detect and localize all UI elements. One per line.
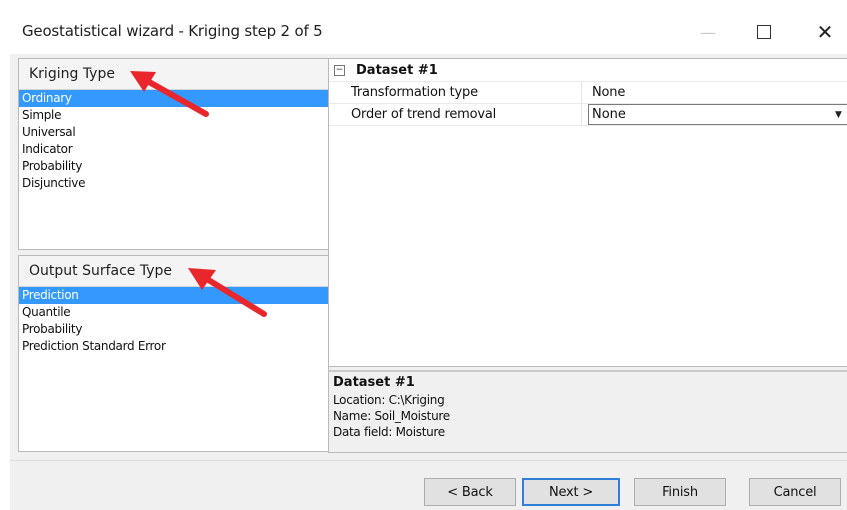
minimize-icon: — (700, 22, 716, 42)
property-grid: − Dataset #1 Transformation type None Or… (328, 58, 847, 367)
trend-removal-value: None (592, 107, 626, 122)
minimize-button[interactable]: — (686, 14, 730, 50)
footer-divider (10, 460, 847, 461)
chevron-down-icon[interactable]: ▼ (830, 105, 847, 124)
maximize-icon (757, 25, 771, 39)
property-row-transformation[interactable]: Transformation type None (329, 82, 847, 104)
kriging-type-item-probability[interactable]: Probability (19, 158, 328, 175)
close-icon: ✕ (816, 20, 834, 44)
collapse-icon[interactable]: − (334, 64, 345, 76)
wizard-window: Geostatistical wizard - Kriging step 2 o… (0, 0, 847, 510)
trend-removal-select[interactable]: None ▼ (588, 104, 847, 125)
title-bar: Geostatistical wizard - Kriging step 2 o… (0, 0, 847, 62)
info-title: Dataset #1 (333, 375, 415, 390)
output-surface-item-quantile[interactable]: Quantile (19, 304, 328, 321)
dataset-info-panel: Dataset #1 Location: C:\Kriging Name: So… (328, 370, 847, 453)
dataset-group-row[interactable]: − Dataset #1 (329, 59, 847, 82)
output-surface-type-list[interactable]: Prediction Quantile Probability Predicti… (19, 287, 328, 355)
cancel-button[interactable]: Cancel (749, 478, 841, 506)
kriging-type-item-disjunctive[interactable]: Disjunctive (19, 175, 328, 192)
info-data-field: Data field: Moisture (333, 425, 445, 439)
annotation-arrow-icon (130, 71, 209, 117)
finish-button[interactable]: Finish (634, 478, 726, 506)
annotation-arrow-icon (188, 268, 267, 317)
wizard-content: Kriging Type Ordinary Simple Universal I… (10, 54, 847, 510)
maximize-button[interactable] (742, 14, 786, 50)
back-button[interactable]: < Back (424, 478, 516, 506)
dataset-group-title: Dataset #1 (356, 62, 438, 78)
info-location: Location: C:\Kriging (333, 393, 445, 407)
property-row-trend-removal[interactable]: Order of trend removal None ▼ (329, 104, 847, 126)
kriging-type-item-universal[interactable]: Universal (19, 124, 328, 141)
info-name: Name: Soil_Moisture (333, 409, 450, 423)
output-surface-type-header: Output Surface Type (19, 256, 328, 287)
output-surface-item-prediction[interactable]: Prediction (19, 287, 328, 304)
window-title: Geostatistical wizard - Kriging step 2 o… (22, 22, 323, 40)
output-surface-type-panel: Output Surface Type Prediction Quantile … (18, 255, 329, 452)
close-button[interactable]: ✕ (803, 14, 847, 50)
property-name: Transformation type (329, 82, 582, 103)
transformation-type-value[interactable]: None (582, 82, 847, 103)
output-surface-item-probability[interactable]: Probability (19, 321, 328, 338)
kriging-type-item-indicator[interactable]: Indicator (19, 141, 328, 158)
property-name: Order of trend removal (329, 104, 582, 125)
next-button[interactable]: Next > (522, 478, 620, 506)
output-surface-item-prediction-standard-error[interactable]: Prediction Standard Error (19, 338, 328, 355)
